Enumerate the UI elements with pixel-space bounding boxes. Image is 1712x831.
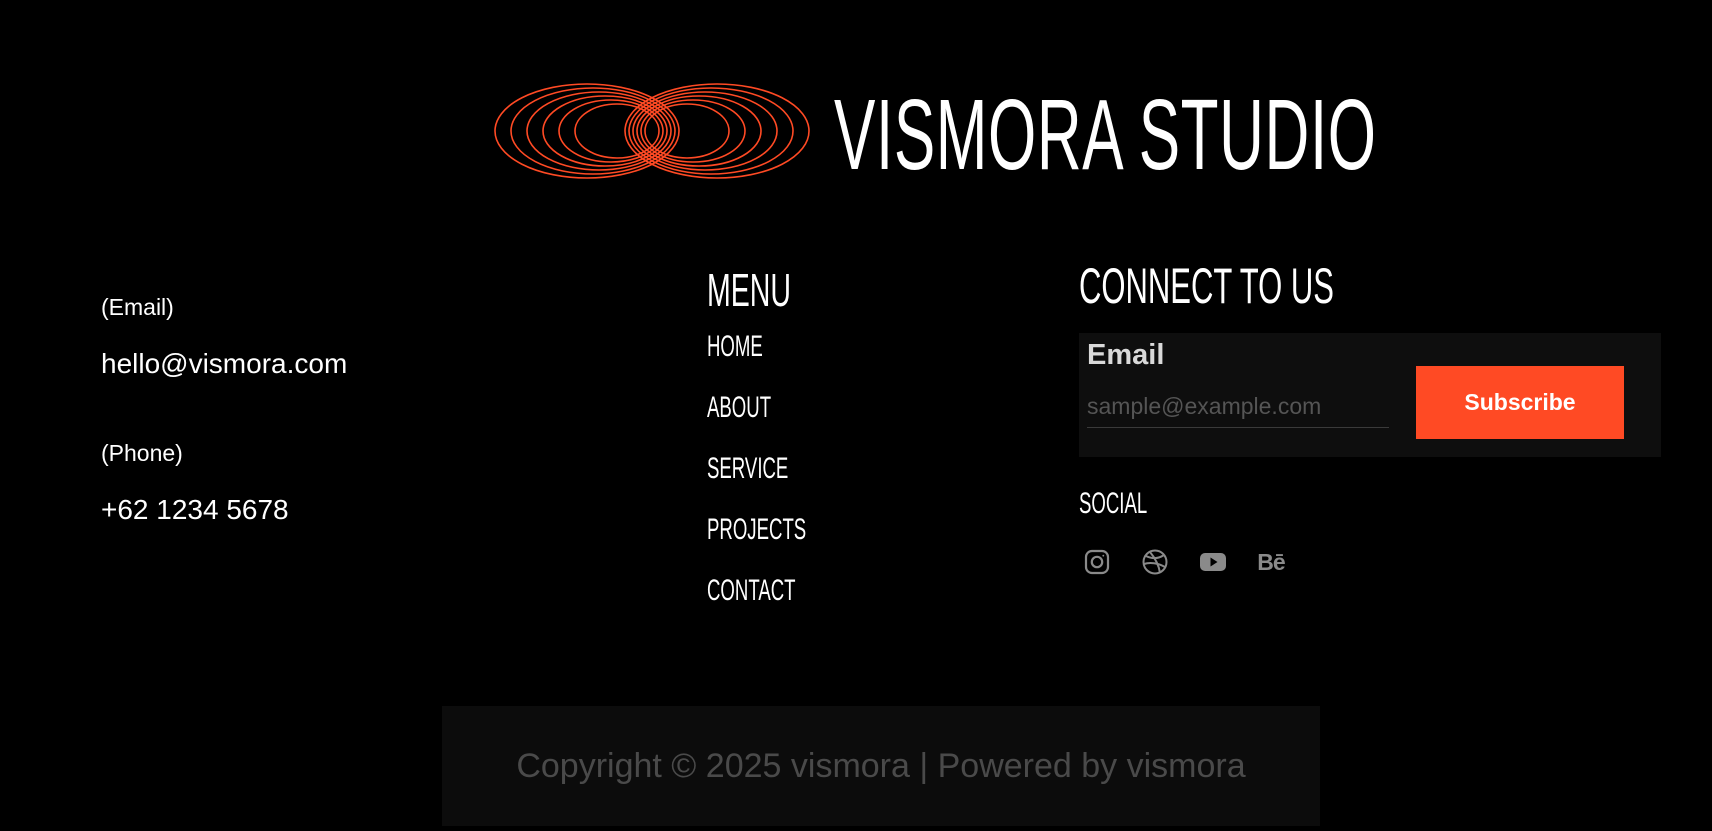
social-icons: Bē [1083,548,1286,576]
email-label: (Email) [101,294,174,320]
brand-logo-icon [494,83,810,179]
menu-link-about[interactable]: ABOUT [707,391,771,425]
newsletter-email-label: Email [1087,339,1165,371]
menu-item: PROJECTS [707,513,867,574]
phone-number-link[interactable]: +62 1234 5678 [101,492,501,528]
phone-label: (Phone) [101,440,183,466]
behance-icon[interactable]: Bē [1257,548,1285,576]
newsletter-email-input[interactable] [1087,385,1389,428]
subscribe-button[interactable]: Subscribe [1416,366,1624,439]
menu-link-projects[interactable]: PROJECTS [707,513,806,547]
brand-name: VISMORA STUDIO [834,79,1377,191]
menu-item: ABOUT [707,391,867,452]
footer-menu: MENU HOME ABOUT SERVICE PROJECTS CONTACT [707,264,867,635]
behance-glyph: Bē [1257,548,1285,575]
menu-title: MENU [707,264,791,316]
contact-info: (Email) hello@vismora.com (Phone) +62 12… [101,290,501,528]
copyright-bar: Copyright © 2025 vismora | Powered by vi… [442,706,1320,826]
instagram-icon[interactable] [1083,548,1111,576]
connect-title: CONNECT TO US [1079,258,1334,314]
menu-link-contact[interactable]: CONTACT [707,574,796,608]
dribbble-icon[interactable] [1141,548,1169,576]
menu-item: CONTACT [707,574,867,635]
youtube-icon[interactable] [1199,548,1227,576]
newsletter-form: Email Subscribe [1079,333,1661,457]
menu-list: HOME ABOUT SERVICE PROJECTS CONTACT [707,330,867,635]
brand-header: VISMORA STUDIO [492,76,1709,186]
menu-link-home[interactable]: HOME [707,330,763,364]
menu-link-service[interactable]: SERVICE [707,452,788,486]
copyright-text: Copyright © 2025 vismora | Powered by vi… [516,746,1246,785]
social-title: SOCIAL [1079,487,1148,520]
menu-item: SERVICE [707,452,867,513]
menu-item: HOME [707,330,867,391]
email-address-link[interactable]: hello@vismora.com [101,346,501,382]
connect-section: CONNECT TO US Email Subscribe SOCIAL [1079,258,1661,575]
